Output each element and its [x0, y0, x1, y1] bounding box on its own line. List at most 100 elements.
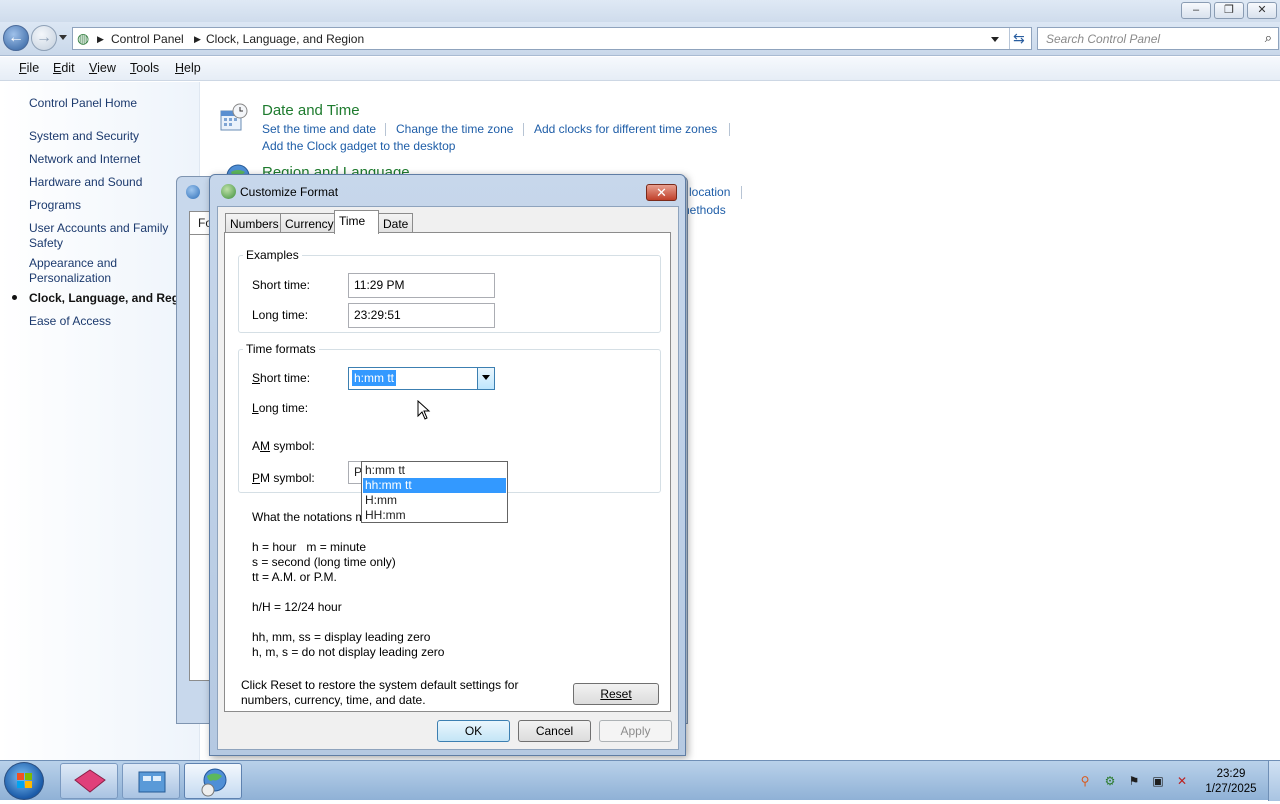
cancel-button[interactable]: Cancel	[518, 720, 591, 742]
notation-line: h/H = 12/24 hour	[252, 600, 342, 614]
tab-currency[interactable]: Currency	[280, 213, 339, 233]
ok-button[interactable]: OK	[437, 720, 510, 742]
examples-label: Examples	[243, 248, 302, 262]
divider	[523, 123, 524, 136]
sidebar-item-network-internet[interactable]: Network and Internet	[29, 152, 194, 167]
example-long-time-label: Long time:	[252, 308, 309, 322]
divider	[741, 186, 742, 199]
taskbar: ⚲ ⚙ ⚑ ▣ ✕ 23:29 1/27/2025	[0, 760, 1280, 801]
clock-date: 1/27/2025	[1205, 783, 1257, 795]
sidebar-item-clock-language-region[interactable]: Clock, Language, and Region	[29, 291, 177, 306]
chevron-down-icon	[482, 375, 490, 380]
window-titlebar: – ❐ ✕	[0, 0, 1280, 22]
customize-format-dialog: Customize Format ✕ Numbers Currency Time…	[209, 174, 686, 756]
globe-icon	[221, 184, 236, 199]
short-time-dropdown-button[interactable]	[477, 368, 494, 389]
taskbar-region-dialog-button[interactable]	[184, 763, 242, 799]
restore-button[interactable]: ❐	[1214, 2, 1244, 19]
short-time-combobox[interactable]: h:mm tt	[348, 367, 495, 390]
globe-icon	[186, 185, 200, 199]
add-clock-gadget-link[interactable]: Add the Clock gadget to the desktop	[262, 139, 455, 153]
address-bar[interactable]: ◍ ▶ Control Panel ▶ Clock, Language, and…	[72, 27, 1032, 50]
left-navigation-pane: Control Panel Home System and Security N…	[0, 82, 200, 760]
list-item[interactable]: h:mm tt	[363, 463, 506, 478]
address-dropdown-icon[interactable]	[991, 37, 999, 42]
sidebar-item-user-accounts[interactable]: User Accounts and Family Safety	[29, 221, 194, 251]
short-time-label: Short time:	[252, 371, 311, 385]
region-methods-link[interactable]: nethods	[683, 203, 726, 217]
show-desktop-button[interactable]	[1268, 761, 1280, 801]
sidebar-item-ease-of-access[interactable]: Ease of Access	[29, 314, 194, 329]
example-short-time-value: 11:29 PM	[348, 273, 495, 298]
notation-line: hh, mm, ss = display leading zero	[252, 630, 431, 644]
taskbar-app-button[interactable]	[60, 763, 118, 799]
menu-help[interactable]: Help	[175, 61, 201, 75]
tab-numbers[interactable]: Numbers	[225, 213, 284, 233]
menu-file[interactable]: File	[19, 61, 39, 75]
breadcrumb-control-panel[interactable]: Control Panel	[111, 32, 184, 46]
recent-pages-dropdown-icon[interactable]	[59, 35, 67, 40]
mouse-cursor-icon	[417, 400, 431, 420]
menu-tools[interactable]: Tools	[130, 61, 159, 75]
date-time-icon[interactable]	[219, 103, 249, 133]
short-time-selected-value: h:mm tt	[352, 370, 397, 386]
divider	[729, 123, 730, 136]
divider	[385, 123, 386, 136]
list-item[interactable]: HH:mm	[363, 508, 506, 523]
search-box[interactable]: Search Control Panel ⌕	[1037, 27, 1279, 50]
tab-date[interactable]: Date	[378, 213, 414, 233]
pm-symbol-label: PM symbol:	[252, 471, 315, 485]
breadcrumb-separator-icon[interactable]: ▶	[97, 34, 104, 45]
long-time-label: Long time:	[252, 401, 309, 415]
navigation-bar: ← → ◍ ▶ Control Panel ▶ Clock, Language,…	[0, 22, 1280, 56]
search-placeholder: Search Control Panel	[1046, 32, 1161, 46]
menu-edit[interactable]: Edit	[53, 61, 75, 75]
breadcrumb-separator-icon[interactable]: ▶	[194, 34, 201, 45]
search-icon[interactable]: ⌕	[1265, 30, 1272, 46]
am-symbol-label: AM symbol:	[252, 439, 315, 453]
add-clocks-link[interactable]: Add clocks for different time zones	[534, 122, 717, 136]
back-arrow-icon[interactable]: ←	[3, 25, 29, 51]
action-center-flag-icon[interactable]: ⚑	[1127, 774, 1141, 788]
network-tray-icon[interactable]: ⚙	[1103, 774, 1117, 788]
time-formats-label: Time formats	[243, 342, 319, 356]
volume-muted-icon[interactable]: ✕	[1175, 774, 1189, 788]
region-location-link[interactable]: location	[689, 185, 730, 199]
list-item[interactable]: H:mm	[363, 493, 506, 508]
forward-arrow-icon[interactable]: →	[31, 25, 57, 51]
sidebar-item-hardware-sound[interactable]: Hardware and Sound	[29, 175, 194, 190]
menu-view[interactable]: View	[89, 61, 116, 75]
short-time-options-list: h:mm tt hh:mm tt H:mm HH:mm	[361, 461, 508, 523]
date-time-title[interactable]: Date and Time	[262, 102, 360, 119]
sidebar-item-appearance[interactable]: Appearance and Personalization	[29, 256, 194, 286]
apply-button[interactable]: Apply	[599, 720, 672, 742]
set-time-date-link[interactable]: Set the time and date	[262, 122, 376, 136]
clock-time: 23:29	[1216, 768, 1246, 780]
search-tray-icon[interactable]: ⚲	[1078, 774, 1092, 788]
sidebar-item-system-security[interactable]: System and Security	[29, 129, 194, 144]
control-panel-home-link[interactable]: Control Panel Home	[29, 96, 194, 111]
tab-time[interactable]: Time	[334, 210, 379, 234]
close-button[interactable]: ✕	[1247, 2, 1277, 19]
divider	[1009, 28, 1010, 49]
sidebar-item-programs[interactable]: Programs	[29, 198, 194, 213]
refresh-icon[interactable]: ⇆	[1013, 30, 1025, 47]
start-button[interactable]	[4, 762, 44, 800]
example-long-time-value: 23:29:51	[348, 303, 495, 328]
time-tab-page: Examples Short time: 11:29 PM Long time:…	[224, 232, 671, 712]
display-tray-icon[interactable]: ▣	[1151, 774, 1165, 788]
control-panel-icon: ◍	[77, 30, 90, 46]
minimize-button[interactable]: –	[1181, 2, 1211, 19]
menu-bar: File Edit View Tools Help	[0, 57, 1280, 81]
list-item[interactable]: hh:mm tt	[363, 478, 506, 493]
taskbar-control-panel-button[interactable]	[122, 763, 180, 799]
reset-button[interactable]: Reset	[573, 683, 659, 705]
notation-line: h, m, s = do not display leading zero	[252, 645, 445, 659]
dialog-title: Customize Format	[240, 185, 339, 199]
system-clock[interactable]: 23:29 1/27/2025	[1196, 767, 1266, 797]
change-time-zone-link[interactable]: Change the time zone	[396, 122, 513, 136]
notation-line: h = hour m = minute	[252, 540, 367, 554]
dialog-close-button[interactable]: ✕	[646, 184, 677, 201]
example-short-time-label: Short time:	[252, 278, 311, 292]
breadcrumb-clock-language-region[interactable]: Clock, Language, and Region	[206, 32, 364, 46]
